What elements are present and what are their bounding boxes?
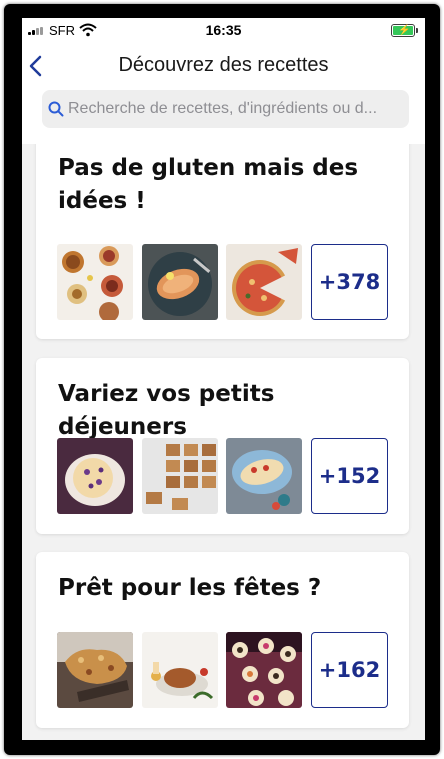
search-bar[interactable]	[42, 90, 409, 128]
search-icon	[48, 101, 64, 117]
collection-title: Variez vos petits déjeuners	[58, 381, 275, 440]
status-bar: SFR 16:35 ⚡	[22, 18, 425, 44]
thumbnail-row: +378	[57, 244, 388, 320]
collection-card-festive[interactable]: Prêt pour les fêtes ? +162	[36, 552, 409, 728]
collection-title: Prêt pour les fêtes ?	[58, 575, 322, 601]
search-input[interactable]	[68, 90, 406, 128]
collection-card-breakfast[interactable]: Variez vos petits déjeuners +152	[36, 358, 409, 534]
thumbnail-row: +162	[57, 632, 388, 708]
more-recipes-button[interactable]: +152	[311, 438, 388, 514]
battery-icon: ⚡	[391, 24, 418, 37]
recipe-thumbnail-pizza[interactable]	[226, 244, 302, 320]
device-frame: SFR 16:35 ⚡ Découvrez des recettes Reche…	[4, 4, 440, 755]
more-recipes-button[interactable]: +378	[311, 244, 388, 320]
status-time: 16:35	[205, 22, 242, 38]
collections-list[interactable]: Pas de gluten mais des idées ! +378 Vari…	[22, 144, 425, 740]
recipe-thumbnail-granola-bars[interactable]	[142, 438, 218, 514]
recipe-thumbnail-crumble[interactable]	[57, 632, 133, 708]
recipe-thumbnail-canapes[interactable]	[226, 632, 302, 708]
page-title: Découvrez des recettes	[118, 54, 329, 76]
recipe-thumbnail-roast[interactable]	[142, 632, 218, 708]
thumbnail-row: +152	[57, 438, 388, 514]
navigation-bar: Découvrez des recettes	[22, 46, 425, 86]
collection-title: Pas de gluten mais des idées !	[58, 155, 359, 214]
app-screen: SFR 16:35 ⚡ Découvrez des recettes Reche…	[22, 18, 425, 740]
recipe-thumbnail-fish[interactable]	[142, 244, 218, 320]
recipe-thumbnail-pancake[interactable]	[57, 438, 133, 514]
collection-card-gluten-free[interactable]: Pas de gluten mais des idées ! +378	[36, 144, 409, 339]
more-recipes-button[interactable]: +162	[311, 632, 388, 708]
recipe-thumbnail-bowls[interactable]	[57, 244, 133, 320]
recipe-thumbnail-crepes[interactable]	[226, 438, 302, 514]
